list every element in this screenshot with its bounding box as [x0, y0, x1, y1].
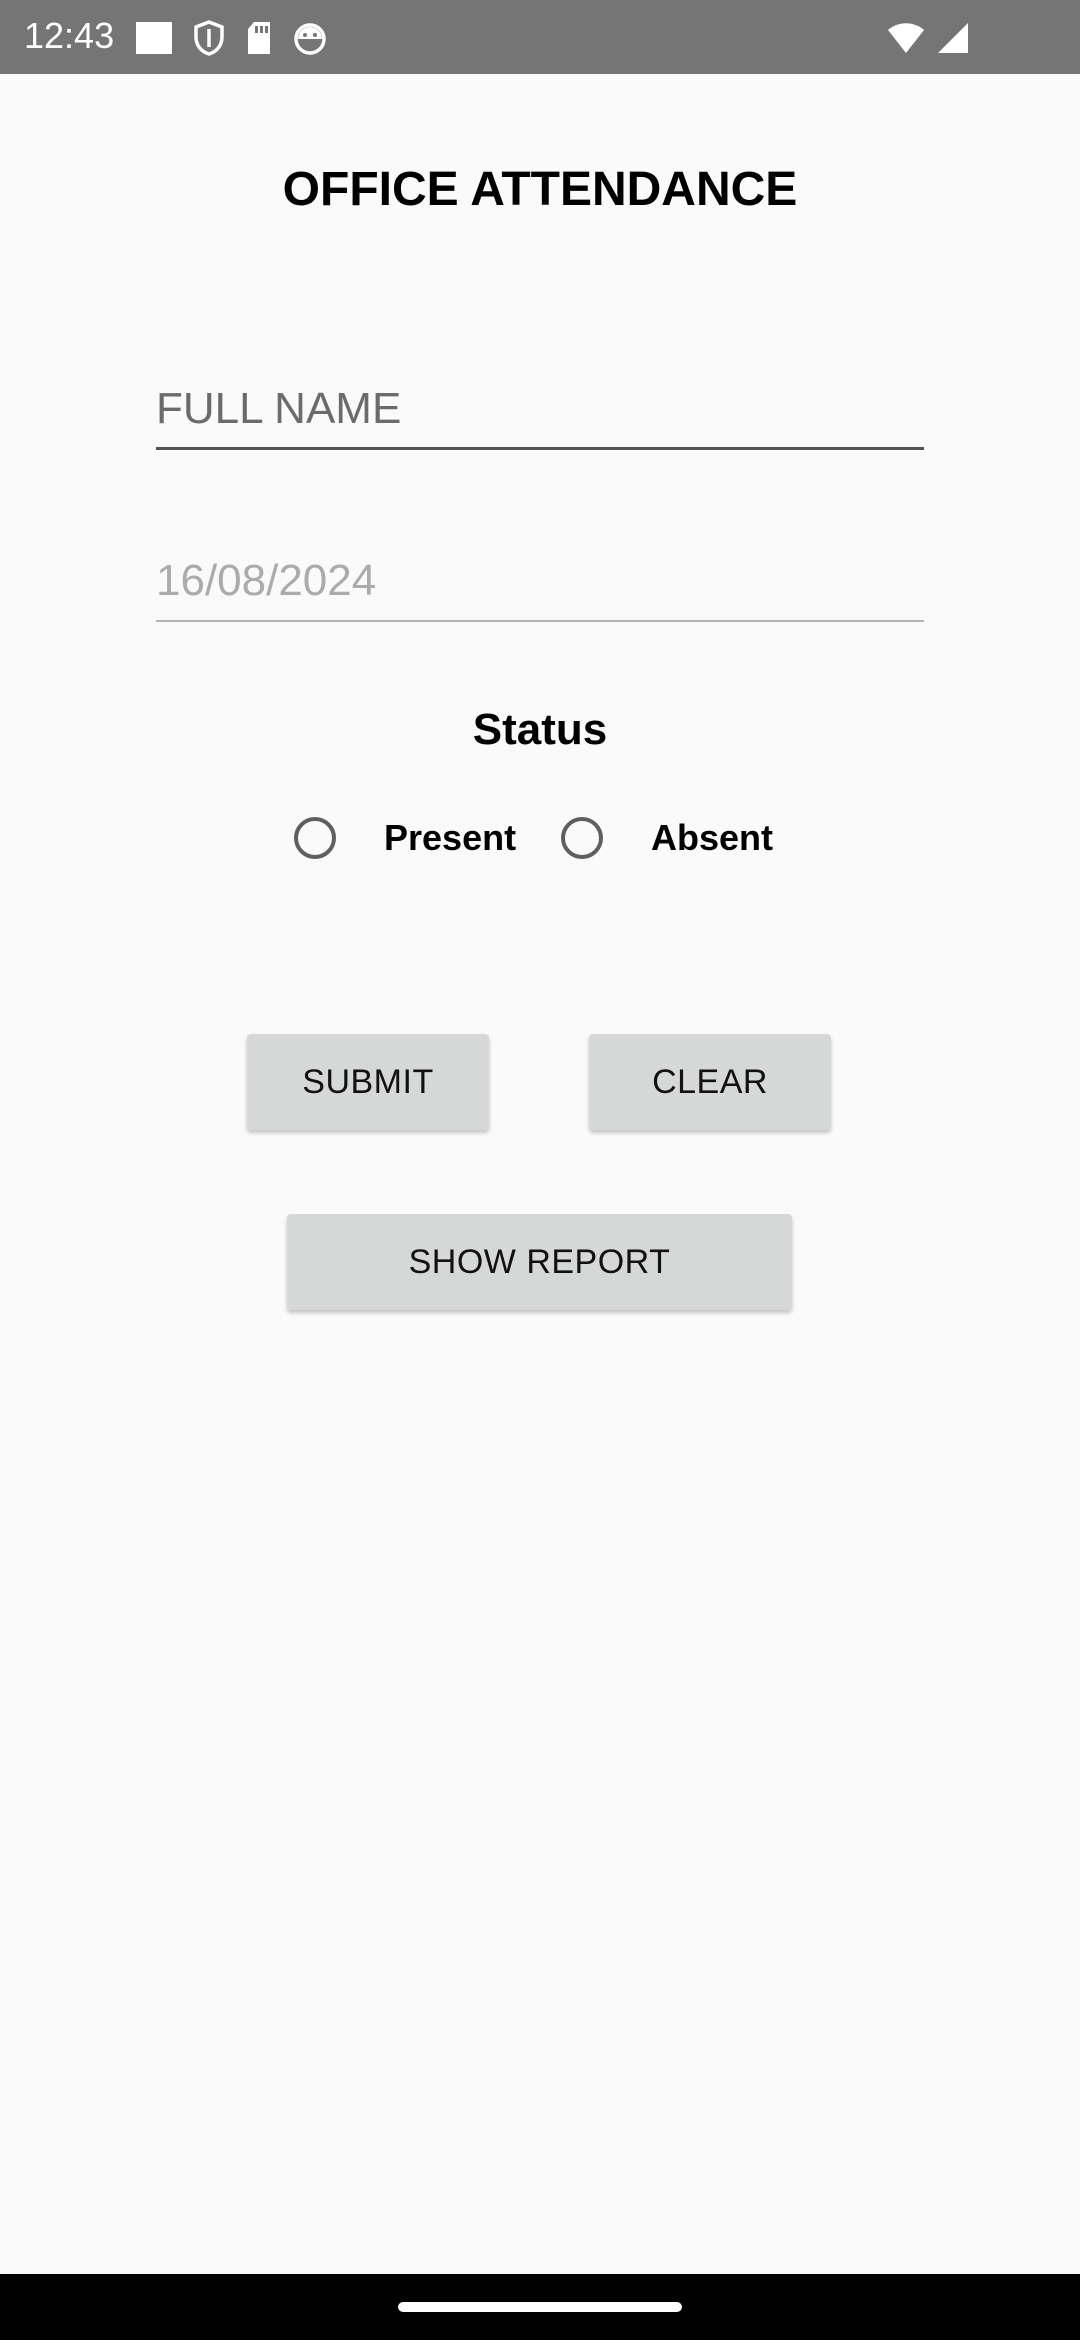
status-icons-left — [134, 18, 328, 58]
status-icons-right — [886, 18, 970, 58]
radio-present[interactable]: Present — [294, 810, 516, 866]
date-input[interactable] — [156, 552, 924, 622]
status-radio-group: Present Absent — [0, 810, 1080, 866]
radio-absent-circle[interactable] — [561, 817, 603, 859]
submit-button[interactable]: SUBMIT — [247, 1034, 489, 1130]
shield-icon — [194, 20, 224, 56]
sd-card-icon — [248, 22, 270, 54]
status-label: Status — [472, 705, 608, 754]
clear-button[interactable]: CLEAR — [589, 1034, 831, 1130]
status-time: 12:43 — [24, 15, 115, 56]
radio-present-label[interactable]: Present — [384, 817, 516, 859]
full-name-input[interactable] — [156, 380, 924, 450]
radio-absent-label[interactable]: Absent — [651, 817, 773, 859]
radio-present-circle[interactable] — [294, 817, 336, 859]
home-indicator[interactable] — [398, 2302, 682, 2312]
square-notification-icon — [136, 22, 172, 54]
page-title: OFFICE ATTENDANCE — [282, 163, 798, 216]
cellular-signal-icon — [938, 23, 968, 53]
android-debug-icon — [294, 23, 326, 55]
radio-absent[interactable]: Absent — [561, 810, 773, 866]
show-report-button[interactable]: SHOW REPORT — [287, 1214, 792, 1310]
status-bar: 12:43 — [0, 0, 1080, 74]
wifi-icon — [888, 23, 924, 53]
navigation-bar — [0, 2274, 1080, 2340]
